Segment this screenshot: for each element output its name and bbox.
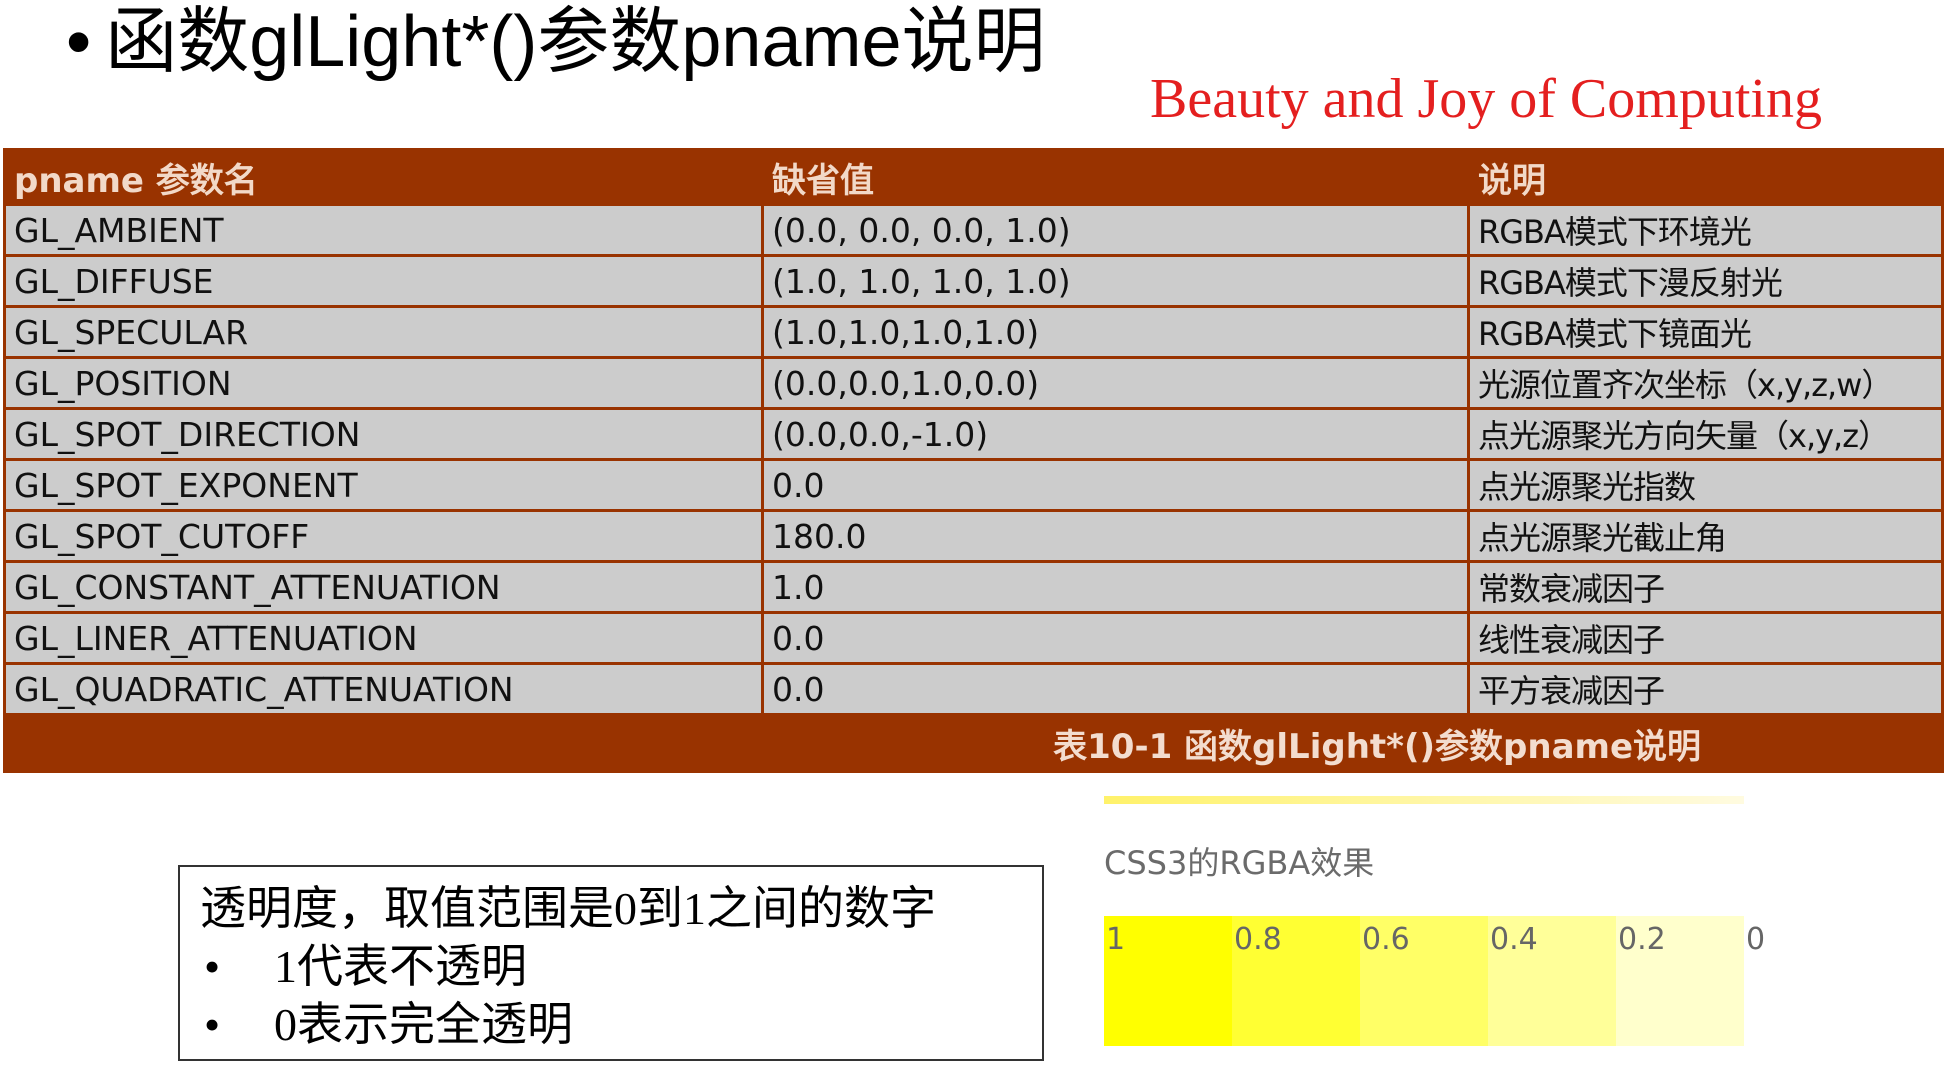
cell-default: (0.0,0.0,1.0,0.0) [761,356,1470,410]
rgba-swatch: 0.2 [1616,916,1744,1046]
title-text: 函数glLight*()参数pname说明 [105,2,1046,82]
cell-pname: GL_SPOT_EXPONENT [3,458,764,512]
table-row: GL_SPECULAR (1.0,1.0,1.0,1.0) RGBA模式下镜面光 [3,305,1944,359]
bullet-glyph: • [204,941,221,992]
cell-pname: GL_SPOT_DIRECTION [3,407,764,461]
cell-description: RGBA模式下漫反射光 [1467,254,1944,308]
cell-default: (0.0, 0.0, 0.0, 1.0) [761,203,1470,257]
cell-pname: GL_DIFFUSE [3,254,764,308]
note-item-text: 1代表不透明 [274,941,527,992]
rgba-swatch: 0.4 [1488,916,1616,1046]
cell-description: 常数衰减因子 [1467,560,1944,614]
header-pname: pname 参数名 [3,148,764,206]
cell-default: 0.0 [761,611,1470,665]
cell-default: 1.0 [761,560,1470,614]
rgba-swatch: 0.8 [1232,916,1360,1046]
swatch-label: 0 [1746,922,1766,957]
cell-description: 点光源聚光截止角 [1467,509,1944,563]
table-row: GL_POSITION (0.0,0.0,1.0,0.0) 光源位置齐次坐标（x… [3,356,1944,410]
yellow-divider [1104,796,1744,804]
table-header-row: pname 参数名 缺省值 说明 [3,148,1944,206]
note-item-text: 0表示完全透明 [274,999,573,1050]
cell-description: RGBA模式下环境光 [1467,203,1944,257]
table-row: GL_DIFFUSE (1.0, 1.0, 1.0, 1.0) RGBA模式下漫… [3,254,1944,308]
table-row: GL_SPOT_DIRECTION (0.0,0.0,-1.0) 点光源聚光方向… [3,407,1944,461]
cell-default: 0.0 [761,458,1470,512]
cell-default: 180.0 [761,509,1470,563]
cell-default: 0.0 [761,662,1470,716]
swatch-label: 0.2 [1618,922,1666,957]
cell-pname: GL_SPOT_CUTOFF [3,509,764,563]
cell-pname: GL_QUADRATIC_ATTENUATION [3,662,764,716]
cell-pname: GL_AMBIENT [3,203,764,257]
cell-description: 点光源聚光方向矢量（x,y,z） [1467,407,1944,461]
cell-description: 光源位置齐次坐标（x,y,z,w） [1467,356,1944,410]
header-default: 缺省值 [761,148,1470,206]
note-heading: 透明度，取值范围是0到1之间的数字 [200,883,936,934]
title-bullet: • [66,2,92,82]
cell-pname: GL_LINER_ATTENUATION [3,611,764,665]
table-row: GL_SPOT_CUTOFF 180.0 点光源聚光截止角 [3,509,1944,563]
cell-description: 线性衰减因子 [1467,611,1944,665]
swatch-label: 1 [1106,922,1126,957]
table-caption: 表10-1 函数glLight*()参数pname说明 [3,713,1944,773]
cell-pname: GL_CONSTANT_ATTENUATION [3,560,764,614]
bullet-glyph: • [204,999,221,1050]
rgba-swatch: 0 [1744,916,1765,1046]
note-box: 透明度，取值范围是0到1之间的数字 • 1代表不透明 • 0表示完全透明 [178,865,1044,1061]
cell-pname: GL_SPECULAR [3,305,764,359]
cell-pname: GL_POSITION [3,356,764,410]
note-item: • 0表示完全透明 [204,997,573,1053]
rgba-demo-title: CSS3的RGBA效果 [1104,844,1375,882]
rgba-swatch-row: 1 0.8 0.6 0.4 0.2 0 [1104,916,1765,1046]
watermark-text: Beauty and Joy of Computing [1150,68,1822,130]
swatch-label: 0.4 [1490,922,1538,957]
cell-description: 点光源聚光指数 [1467,458,1944,512]
pname-table: pname 参数名 缺省值 说明 GL_AMBIENT (0.0, 0.0, 0… [3,148,1944,773]
rgba-swatch: 0.6 [1360,916,1488,1046]
cell-default: (1.0,1.0,1.0,1.0) [761,305,1470,359]
table-row: GL_SPOT_EXPONENT 0.0 点光源聚光指数 [3,458,1944,512]
header-description: 说明 [1467,148,1944,206]
cell-description: RGBA模式下镜面光 [1467,305,1944,359]
swatch-label: 0.8 [1234,922,1282,957]
table-row: GL_CONSTANT_ATTENUATION 1.0 常数衰减因子 [3,560,1944,614]
note-item: • 1代表不透明 [204,939,527,995]
cell-default: (0.0,0.0,-1.0) [761,407,1470,461]
rgba-swatch: 1 [1104,916,1232,1046]
table-row: GL_QUADRATIC_ATTENUATION 0.0 平方衰减因子 [3,662,1944,716]
swatch-label: 0.6 [1362,922,1410,957]
table-row: GL_LINER_ATTENUATION 0.0 线性衰减因子 [3,611,1944,665]
cell-default: (1.0, 1.0, 1.0, 1.0) [761,254,1470,308]
table-row: GL_AMBIENT (0.0, 0.0, 0.0, 1.0) RGBA模式下环… [3,203,1944,257]
cell-description: 平方衰减因子 [1467,662,1944,716]
slide-title: • 函数glLight*()参数pname说明 [66,0,1046,84]
table-caption-row: 表10-1 函数glLight*()参数pname说明 [3,713,1944,773]
